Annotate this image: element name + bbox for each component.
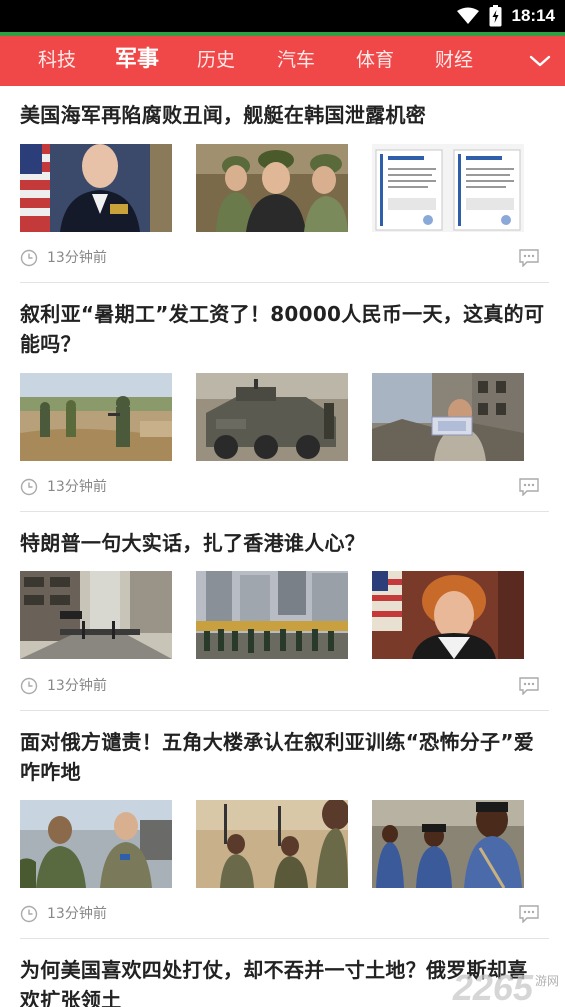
article-time: 13分钟前 xyxy=(47,906,107,922)
article-image[interactable] xyxy=(20,144,172,232)
status-time: 18:14 xyxy=(511,6,555,25)
article-item[interactable]: 面对俄方谴责！五角大楼承认在叙利亚训练“恐怖分子”爱咋咋地 13分钟前 xyxy=(0,711,565,941)
comment-icon[interactable] xyxy=(519,249,539,267)
article-title[interactable]: 叙利亚“暑期工”发工资了！80000人民币一天，这真的可能吗？ xyxy=(20,299,545,359)
article-image[interactable] xyxy=(196,571,348,659)
clock-icon xyxy=(20,677,38,695)
article-image[interactable] xyxy=(20,800,172,888)
article-title[interactable]: 特朗普一句大实话，扎了香港谁人心？ xyxy=(20,528,545,558)
watermark-text: 游网 xyxy=(534,974,559,988)
chevron-down-icon[interactable] xyxy=(527,48,553,74)
clock-icon xyxy=(20,249,38,267)
article-thumbnails xyxy=(20,800,545,890)
article-image[interactable] xyxy=(372,144,524,232)
site-watermark: 2265 游网 xyxy=(453,969,559,1007)
article-time: 13分钟前 xyxy=(47,479,107,495)
article-title[interactable]: 面对俄方谴责！五角大楼承认在叙利亚训练“恐怖分子”爱咋咋地 xyxy=(20,727,545,787)
nav-tab-military[interactable]: 军事 xyxy=(107,36,167,86)
comment-icon[interactable] xyxy=(519,677,539,695)
comment-icon[interactable] xyxy=(519,905,539,923)
clock-icon xyxy=(20,478,38,496)
nav-tab-auto[interactable]: 汽车 xyxy=(266,36,326,86)
article-thumbnails xyxy=(20,144,545,234)
nav-tab-tech[interactable]: 科技 xyxy=(27,36,87,86)
article-thumbnails xyxy=(20,571,545,661)
comment-icon[interactable] xyxy=(519,478,539,496)
watermark-number: 2265 xyxy=(452,967,533,1007)
nav-tab-sports[interactable]: 体育 xyxy=(345,36,405,86)
article-image[interactable] xyxy=(196,144,348,232)
wifi-icon xyxy=(456,7,479,25)
article-image[interactable] xyxy=(372,571,524,659)
status-icons: 18:14 xyxy=(456,4,555,28)
article-image[interactable] xyxy=(20,373,172,461)
divider xyxy=(20,938,549,939)
status-bar: 18:14 xyxy=(0,0,565,32)
article-image[interactable] xyxy=(372,800,524,888)
article-item[interactable]: 叙利亚“暑期工”发工资了！80000人民币一天，这真的可能吗？ 13分钟前 xyxy=(0,283,565,513)
battery-icon xyxy=(489,5,502,27)
article-time: 13分钟前 xyxy=(47,250,107,266)
article-thumbnails xyxy=(20,373,545,463)
article-image[interactable] xyxy=(196,800,348,888)
article-meta: 13分钟前 xyxy=(20,247,545,269)
article-meta: 13分钟前 xyxy=(20,675,545,697)
category-nav: 科技 军事 历史 汽车 体育 财经 xyxy=(0,36,565,86)
article-title[interactable]: 美国海军再陷腐败丑闻，舰艇在韩国泄露机密 xyxy=(20,100,545,130)
article-time: 13分钟前 xyxy=(47,678,107,694)
article-image[interactable] xyxy=(372,373,524,461)
article-meta: 13分钟前 xyxy=(20,476,545,498)
article-image[interactable] xyxy=(20,571,172,659)
article-meta: 13分钟前 xyxy=(20,903,545,925)
nav-tab-history[interactable]: 历史 xyxy=(186,36,246,86)
article-item[interactable]: 特朗普一句大实话，扎了香港谁人心？ 13分钟前 xyxy=(0,512,565,712)
article-item[interactable]: 美国海军再陷腐败丑闻，舰艇在韩国泄露机密 13分钟前 xyxy=(0,86,565,296)
article-image[interactable] xyxy=(196,373,348,461)
clock-icon xyxy=(20,905,38,923)
nav-tab-finance[interactable]: 财经 xyxy=(424,36,484,86)
